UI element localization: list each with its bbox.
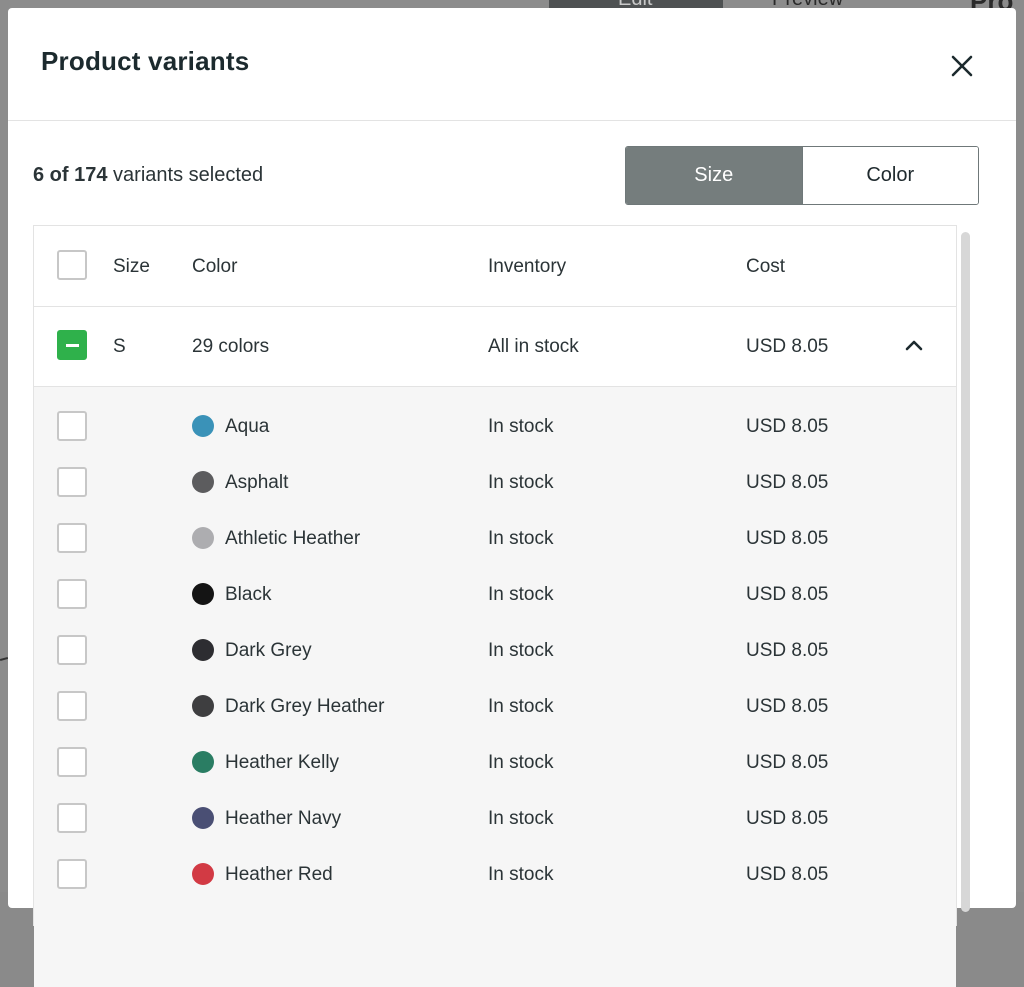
- color-swatch-icon: [192, 695, 214, 717]
- color-swatch-icon: [192, 639, 214, 661]
- scrollbar[interactable]: [961, 232, 970, 912]
- table-row[interactable]: Heather Navy In stock USD 8.05: [34, 791, 956, 847]
- group-inventory: All in stock: [488, 336, 579, 357]
- header-cost: Cost: [746, 256, 786, 277]
- row-color: Dark Grey: [225, 640, 312, 661]
- row-cost: USD 8.05: [746, 416, 829, 437]
- table-row[interactable]: Dark Grey Heather In stock USD 8.05: [34, 679, 956, 735]
- table-header-row: Size Color Inventory Cost: [34, 226, 956, 307]
- row-cost: USD 8.05: [746, 640, 829, 661]
- color-swatch-icon: [192, 415, 214, 437]
- close-button[interactable]: [946, 50, 978, 82]
- table-row[interactable]: Heather Red In stock USD 8.05: [34, 847, 956, 903]
- row-color: Athletic Heather: [225, 528, 361, 549]
- row-checkbox[interactable]: [57, 467, 87, 497]
- selected-count: 6 of 174: [33, 164, 108, 186]
- header-color: Color: [192, 256, 238, 277]
- color-swatch-icon: [192, 527, 214, 549]
- variants-table: Size Color Inventory Cost S 29 colors Al…: [33, 225, 957, 987]
- row-inventory: In stock: [488, 808, 554, 829]
- header-inventory: Inventory: [488, 256, 567, 277]
- group-colors: 29 colors: [192, 336, 270, 357]
- group-size: S: [113, 336, 126, 357]
- group-cost: USD 8.05: [746, 336, 829, 357]
- row-checkbox[interactable]: [57, 411, 87, 441]
- table-row[interactable]: Heather Kelly In stock USD 8.05: [34, 735, 956, 791]
- table-row[interactable]: Asphalt In stock USD 8.05: [34, 455, 956, 511]
- size-group-row[interactable]: S 29 colors All in stock USD 8.05: [34, 306, 956, 387]
- row-color: Heather Red: [225, 864, 333, 885]
- group-checkbox[interactable]: [57, 330, 87, 360]
- row-color: Black: [225, 584, 272, 605]
- color-swatch-icon: [192, 807, 214, 829]
- group-by-toggle: Size Color: [625, 146, 979, 205]
- row-inventory: In stock: [488, 696, 554, 717]
- modal-title: Product variants: [41, 46, 250, 76]
- variant-rows: Aqua In stock USD 8.05 Asphalt In stock USD 8…: [34, 387, 956, 987]
- row-checkbox[interactable]: [57, 635, 87, 665]
- close-icon: [951, 55, 973, 77]
- color-swatch-icon: [192, 583, 214, 605]
- row-cost: USD 8.05: [746, 864, 829, 885]
- row-color: Heather Navy: [225, 808, 342, 829]
- table-row[interactable]: Athletic Heather In stock USD 8.05: [34, 511, 956, 567]
- row-checkbox[interactable]: [57, 803, 87, 833]
- row-cost: USD 8.05: [746, 472, 829, 493]
- table-row[interactable]: Black In stock USD 8.05: [34, 567, 956, 623]
- row-inventory: In stock: [488, 640, 554, 661]
- row-color: Heather Kelly: [225, 752, 340, 773]
- chevron-up-icon: [905, 340, 923, 351]
- row-checkbox[interactable]: [57, 579, 87, 609]
- row-cost: USD 8.05: [746, 752, 829, 773]
- table-row[interactable]: Dark Grey In stock USD 8.05: [34, 623, 956, 679]
- row-cost: USD 8.05: [746, 528, 829, 549]
- color-swatch-icon: [192, 471, 214, 493]
- row-color: Asphalt: [225, 472, 289, 493]
- collapse-button[interactable]: [902, 334, 926, 358]
- table-row[interactable]: Aqua In stock USD 8.05: [34, 399, 956, 455]
- row-inventory: In stock: [488, 752, 554, 773]
- row-checkbox[interactable]: [57, 523, 87, 553]
- selected-count-text: 6 of 174 variants selected: [33, 164, 263, 187]
- row-color: Aqua: [225, 416, 270, 437]
- header-size: Size: [113, 256, 150, 277]
- modal-header: Product variants: [8, 8, 1016, 121]
- group-by-size-button[interactable]: Size: [626, 147, 803, 204]
- row-cost: USD 8.05: [746, 696, 829, 717]
- row-inventory: In stock: [488, 864, 554, 885]
- row-checkbox[interactable]: [57, 859, 87, 889]
- row-inventory: In stock: [488, 528, 554, 549]
- row-cost: USD 8.05: [746, 808, 829, 829]
- row-checkbox[interactable]: [57, 747, 87, 777]
- select-all-checkbox[interactable]: [57, 250, 87, 280]
- row-cost: USD 8.05: [746, 584, 829, 605]
- row-checkbox[interactable]: [57, 691, 87, 721]
- row-inventory: In stock: [488, 584, 554, 605]
- row-color: Dark Grey Heather: [225, 696, 385, 717]
- color-swatch-icon: [192, 863, 214, 885]
- color-swatch-icon: [192, 751, 214, 773]
- row-inventory: In stock: [488, 472, 554, 493]
- background-line: [0, 656, 9, 662]
- row-inventory: In stock: [488, 416, 554, 437]
- group-by-color-button[interactable]: Color: [802, 147, 978, 204]
- selected-suffix: variants selected: [107, 164, 264, 186]
